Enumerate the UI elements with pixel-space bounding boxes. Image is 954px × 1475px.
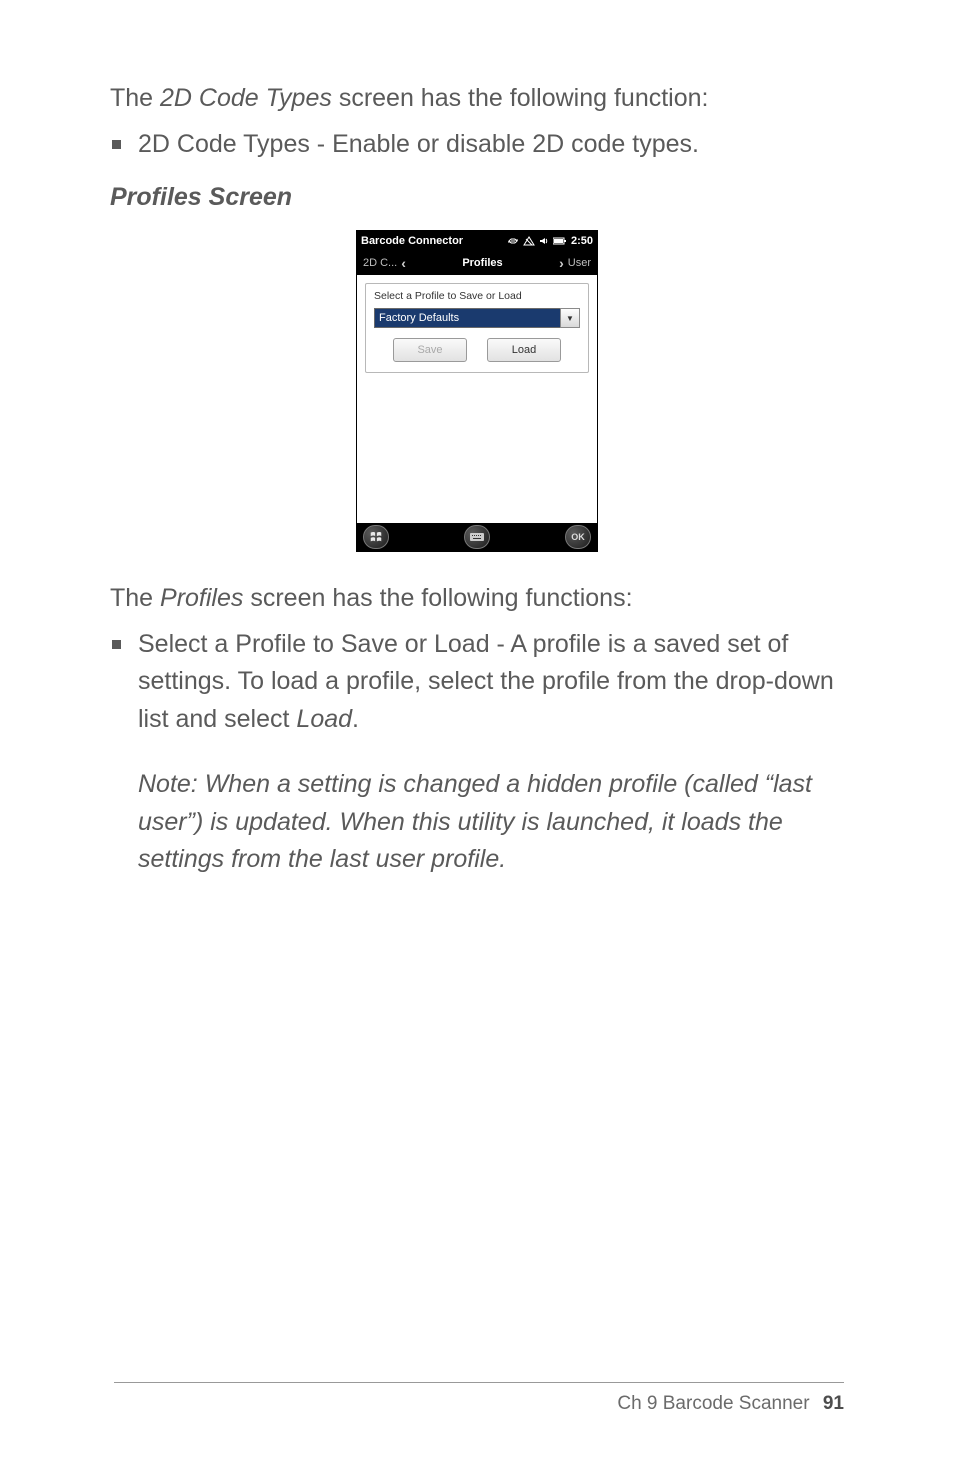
panel-instruction: Select a Profile to Save or Load [374,290,580,302]
tab-prev-label: 2D C... [363,257,397,269]
tab-current: Profiles [412,251,553,275]
device-titlebar: Barcode Connector 2:50 [357,231,597,251]
clock-label: 2:50 [571,235,593,247]
footer-page-number: 91 [823,1393,844,1414]
after-bullet-list: Select a Profile to Save or Load - A pro… [110,626,844,879]
tab-next-label: User [568,257,591,269]
page-footer: Ch 9 Barcode Scanner 91 [114,1382,844,1415]
text-frag: The [110,584,160,612]
tab-prev[interactable]: 2D C... ‹ [357,251,412,275]
intro-line: The 2D Code Types screen has the followi… [110,80,844,118]
chevron-down-icon[interactable]: ▼ [560,308,580,328]
battery-icon [553,237,567,245]
load-button[interactable]: Load [487,338,561,362]
keyboard-button[interactable] [464,525,490,549]
note-text: Note: When a setting is changed a hidden… [138,766,844,879]
text-frag: screen has the following function: [332,84,709,112]
footer-chapter: Ch 9 Barcode Scanner [617,1393,809,1414]
signal-icon [523,236,535,246]
text-frag: . [352,705,359,733]
profile-combobox[interactable]: Factory Defaults ▼ [374,308,580,328]
connectivity-icon [507,236,519,246]
text-frag: The [110,84,160,112]
ok-button[interactable]: OK [565,525,591,549]
chevron-left-icon: ‹ [401,255,406,271]
section-heading: Profiles Screen [110,183,844,212]
profile-panel: Select a Profile to Save or Load Factory… [365,283,589,373]
device-bottombar: OK [357,523,597,551]
after-line: The Profiles screen has the following fu… [110,580,844,618]
device-tabbar: 2D C... ‹ Profiles › User [357,251,597,275]
text-frag-italic: Load [296,705,352,733]
profile-selected-value: Factory Defaults [374,308,560,328]
text-frag-italic: Profiles [160,584,243,612]
text-frag: screen has the following functions: [243,584,632,612]
text-frag: Select a Profile to Save or Load - A pro… [138,630,834,733]
start-button[interactable] [363,525,389,549]
list-item: Select a Profile to Save or Load - A pro… [110,626,844,879]
chevron-right-icon: › [559,255,564,271]
intro-bullet-list: 2D Code Types - Enable or disable 2D cod… [110,126,844,164]
device-screenshot: Barcode Connector 2:50 2D C... ‹ Profile… [356,230,598,552]
save-button: Save [393,338,467,362]
app-title: Barcode Connector [361,235,463,247]
text-frag-italic: 2D Code Types [160,84,332,112]
tab-next[interactable]: › User [553,251,597,275]
list-item: 2D Code Types - Enable or disable 2D cod… [110,126,844,164]
volume-icon [539,236,549,246]
